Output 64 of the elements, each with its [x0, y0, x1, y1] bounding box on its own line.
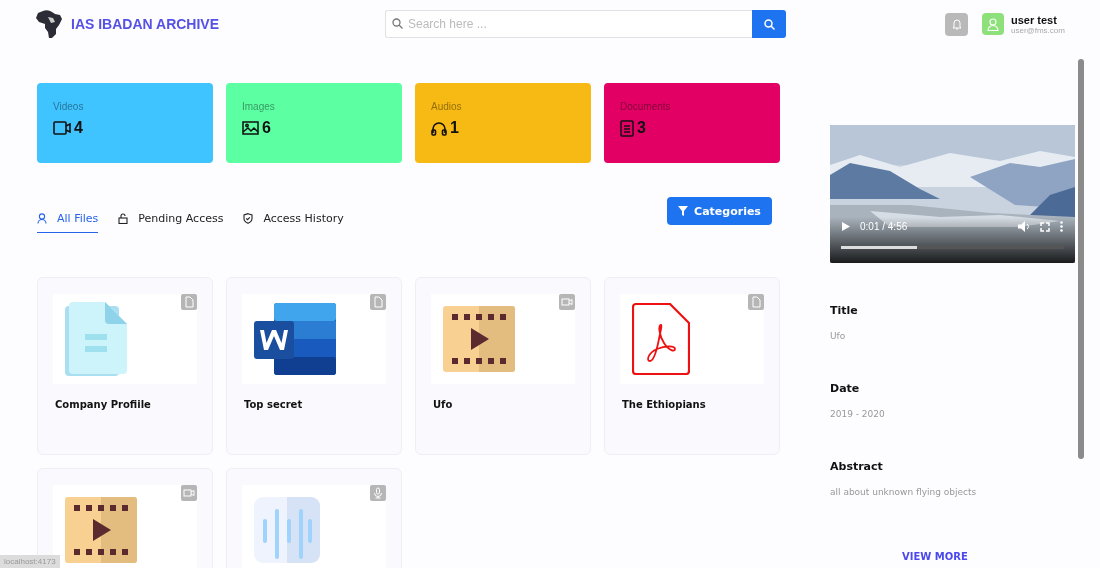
notification-button[interactable]	[945, 12, 968, 36]
detail-value: all about unknown flying objects	[830, 487, 978, 497]
film-play-icon	[443, 306, 515, 372]
search-button[interactable]	[752, 10, 786, 38]
tab[interactable]: Access History	[243, 212, 344, 233]
file-name: Company Profiile	[54, 399, 152, 410]
detail-value: 2019 - 2020	[830, 409, 886, 419]
user-icon	[987, 17, 999, 31]
file-card[interactable]: Ufo	[415, 277, 591, 455]
app-title: IAS IBADAN ARCHIVE	[71, 16, 220, 32]
user-icon	[37, 213, 47, 224]
fullscreen-icon[interactable]	[1040, 221, 1050, 232]
file-icon	[181, 294, 197, 310]
file-name: Ufo	[432, 399, 454, 410]
word-document-icon	[254, 303, 336, 375]
shield-icon	[243, 213, 254, 224]
stat-count: 4	[74, 119, 83, 137]
volume-icon[interactable]	[1018, 221, 1030, 232]
stat-label: Audios	[431, 101, 463, 112]
stat-count: 1	[450, 119, 459, 137]
user-name: user test	[1011, 13, 1058, 26]
stat-label: Videos	[53, 101, 85, 112]
detail-label: Title	[830, 304, 859, 317]
file-card[interactable]: The Ethiopians	[604, 277, 780, 455]
pdf-icon	[632, 303, 690, 375]
file-card[interactable]: Top secret	[226, 277, 402, 455]
search-icon	[763, 18, 775, 30]
film-play-icon	[65, 497, 137, 563]
detail-label: Abstract	[830, 460, 884, 473]
bell-icon	[951, 18, 962, 30]
file-icon	[748, 294, 764, 310]
video-camera-icon	[559, 294, 575, 310]
document-icon	[620, 119, 634, 137]
user-email: user@fms.com	[1011, 25, 1065, 35]
audio-wave-icon	[254, 497, 320, 563]
stat-label: Images	[242, 101, 276, 112]
document-thumbnail-icon	[65, 302, 127, 376]
status-url: localhost:4173	[0, 555, 60, 568]
lock-icon	[118, 213, 129, 224]
file-card[interactable]: Company Profiile	[37, 277, 213, 455]
search-field[interactable]: Search here ...	[385, 10, 752, 38]
detail-value: Ufo	[830, 331, 847, 341]
stat-count: 3	[637, 119, 646, 137]
africa-map-logo	[35, 9, 65, 39]
image-icon	[242, 121, 259, 135]
search-icon	[392, 18, 403, 29]
file-icon	[370, 294, 386, 310]
view-more-link[interactable]: VIEW MORE	[902, 551, 968, 562]
tab[interactable]: All Files	[37, 212, 99, 233]
time-display: 0:01 / 4:56	[860, 221, 909, 232]
stat-count: 6	[262, 119, 271, 137]
microphone-icon	[370, 485, 386, 501]
more-icon[interactable]	[1060, 221, 1063, 232]
detail-label: Date	[830, 382, 861, 395]
file-name: The Ethiopians	[621, 399, 707, 410]
tab[interactable]: Pending Access	[118, 212, 224, 233]
filter-icon	[678, 206, 689, 216]
play-icon[interactable]	[842, 222, 850, 231]
stat-label: Documents	[620, 101, 672, 112]
headphones-icon	[431, 120, 447, 136]
file-name: Top secret	[243, 399, 304, 410]
video-camera-icon	[53, 121, 71, 135]
categories-button[interactable]: Categories	[667, 197, 772, 225]
video-camera-icon	[181, 485, 197, 501]
